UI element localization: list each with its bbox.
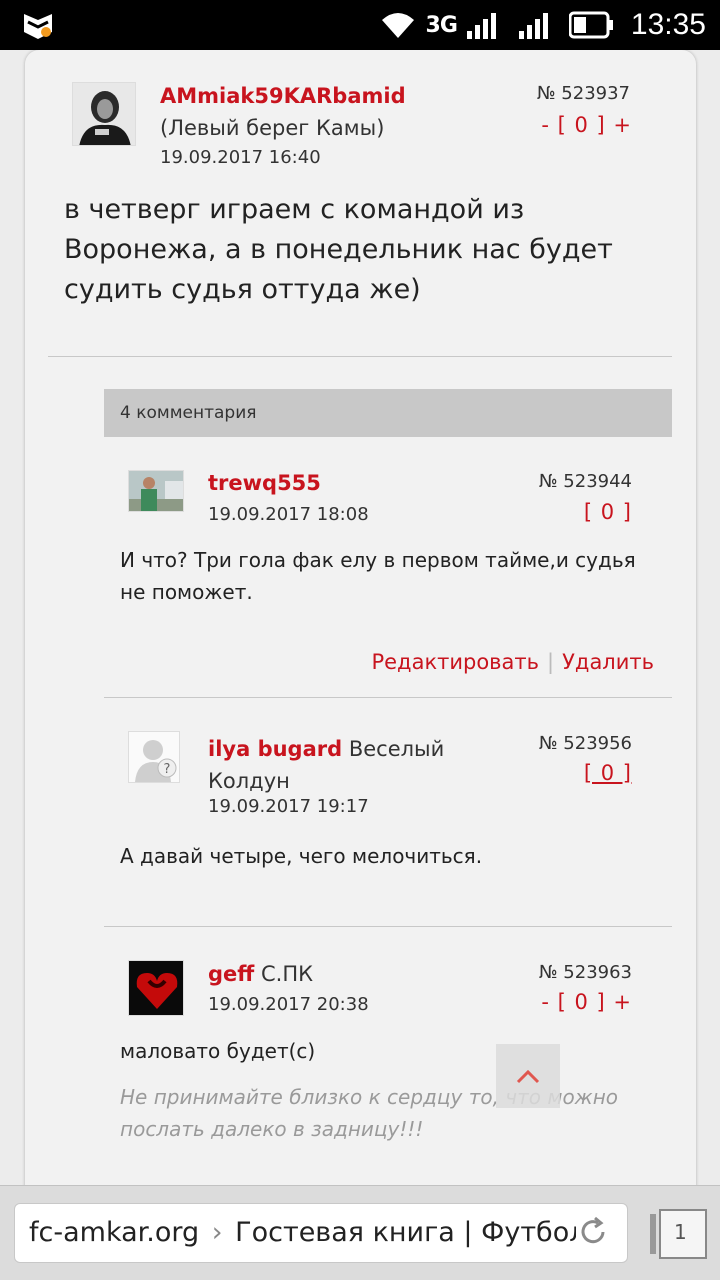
- comment-number: № 523944: [538, 471, 632, 492]
- comment-author[interactable]: trewq555: [208, 471, 321, 495]
- comment-number: № 523956: [538, 733, 632, 754]
- url-domain: fc-amkar.org: [29, 1217, 200, 1248]
- comment-actions: Редактировать | Удалить: [371, 650, 654, 674]
- url-field[interactable]: fc-amkar.org › Гостевая книга | Футбол: [14, 1203, 628, 1263]
- comment-author[interactable]: ilya bugard: [208, 737, 342, 761]
- comments-count-bar[interactable]: 4 комментария: [104, 389, 672, 437]
- url-separator: ›: [211, 1217, 223, 1248]
- post-text: в четверг играем с командой из Воронежа,…: [64, 194, 613, 305]
- comment-date: 19.09.2017 18:08: [208, 504, 369, 525]
- comment-divider: [104, 697, 672, 698]
- signal-icon-2: [518, 13, 548, 39]
- comment-avatar[interactable]: [128, 960, 184, 1016]
- comment-date: 19.09.2017 20:38: [208, 994, 369, 1015]
- post-author-location: (Левый берег Камы): [160, 116, 385, 140]
- comment-text: маловато будет(с): [120, 1039, 316, 1063]
- reload-icon: [581, 1216, 605, 1244]
- chevron-up-icon: [516, 1069, 540, 1084]
- comment-text: И что? Три гола фак елу в первом тайме,и…: [120, 548, 636, 604]
- comment-author-title: С.ПК: [260, 962, 314, 986]
- post-divider: [48, 356, 672, 357]
- comment-divider: [104, 926, 672, 927]
- comment-author[interactable]: geff: [208, 962, 254, 986]
- comment-votes[interactable]: [ 0 ]: [584, 761, 632, 785]
- delete-link[interactable]: Удалить: [562, 650, 654, 674]
- battery-icon: [568, 11, 613, 39]
- post-votes[interactable]: - [ 0 ] +: [541, 113, 632, 137]
- reload-button[interactable]: [576, 1215, 610, 1249]
- network-type: 3G: [425, 12, 458, 38]
- comment-author-line: geff С.ПК: [208, 962, 313, 986]
- tabs-button[interactable]: 1: [648, 1208, 712, 1260]
- comment-text: А давай четыре, чего мелочиться.: [120, 844, 483, 868]
- app-notification-icon: [24, 14, 52, 39]
- actions-separator: |: [547, 650, 555, 674]
- url-page-title: Гостевая книга | Футбол: [235, 1217, 587, 1248]
- web-page[interactable]: AMmiak59KARbamid (Левый берег Камы) 19.0…: [0, 50, 720, 1185]
- scroll-to-top-button[interactable]: [496, 1044, 560, 1108]
- comment-votes[interactable]: [ 0 ]: [584, 500, 632, 524]
- status-bar: 3G 13:35: [0, 0, 720, 50]
- comment-votes[interactable]: - [ 0 ] +: [541, 990, 632, 1014]
- comment-avatar-placeholder[interactable]: ?: [128, 731, 180, 783]
- user-avatar[interactable]: [72, 82, 136, 146]
- comment-author-line: ilya bugard Веселый Колдун: [208, 733, 468, 797]
- svg-text:?: ?: [164, 762, 171, 777]
- comment-avatar[interactable]: [128, 470, 184, 512]
- edit-link[interactable]: Редактировать: [371, 650, 539, 674]
- post-number: № 523937: [536, 83, 630, 104]
- comment-date: 19.09.2017 19:17: [208, 796, 369, 817]
- post-date: 19.09.2017 16:40: [160, 147, 321, 168]
- comment-number: № 523963: [538, 962, 632, 983]
- browser-address-bar: fc-amkar.org › Гостевая книга | Футбол 1: [0, 1185, 720, 1280]
- post-author[interactable]: AMmiak59KARbamid: [160, 84, 406, 108]
- clock: 13:35: [630, 8, 706, 41]
- tab-count: 1: [674, 1220, 687, 1244]
- wifi-icon: [381, 13, 414, 38]
- comment-signature: Не принимайте близко к сердцу то, что мо…: [120, 1085, 619, 1141]
- signal-icon: [466, 13, 496, 39]
